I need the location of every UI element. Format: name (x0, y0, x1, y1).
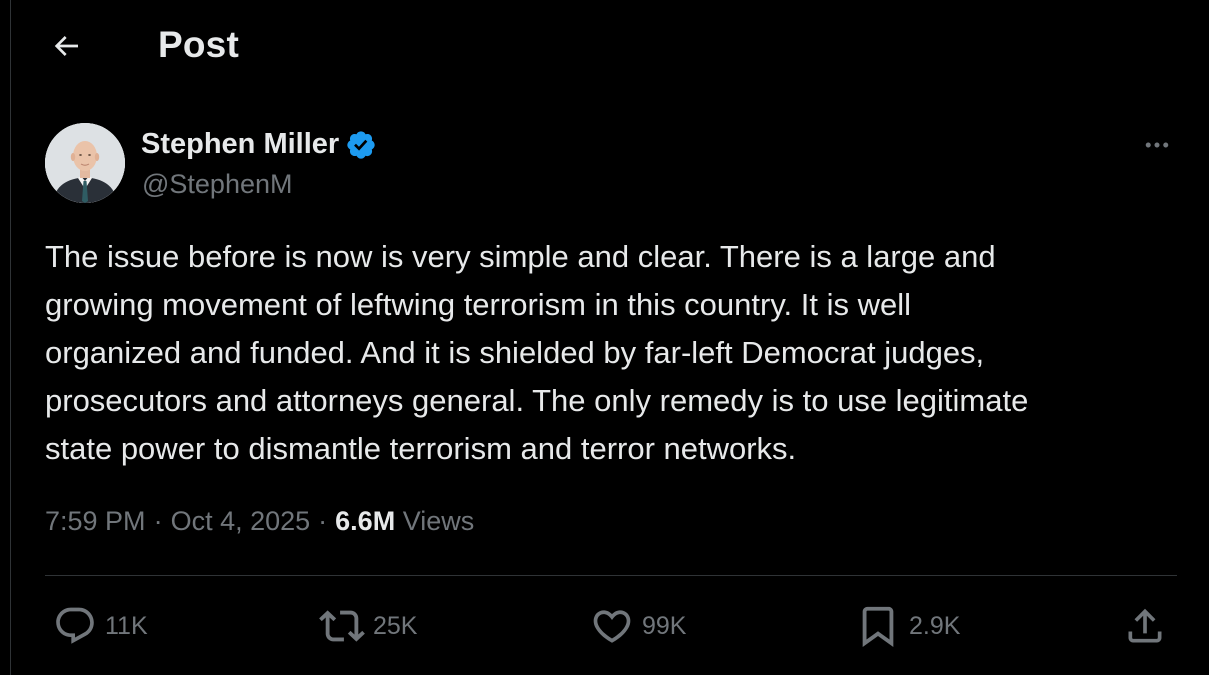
views-label: Views (402, 506, 475, 536)
reply-button[interactable]: 11K (53, 598, 148, 654)
meta-separator: · (153, 506, 163, 536)
avatar[interactable] (45, 123, 125, 203)
share-button[interactable] (1123, 598, 1167, 654)
action-bar: 11K 25K 99K 2.9K (45, 598, 1177, 654)
post-date[interactable]: Oct 4, 2025 (171, 506, 311, 537)
repost-icon (319, 603, 365, 649)
back-arrow-icon (50, 30, 82, 62)
page-title: Post (158, 24, 239, 65)
post-time[interactable]: 7:59 PM (45, 506, 146, 537)
bookmark-count: 2.9K (909, 611, 961, 640)
meta-separator: · (318, 506, 328, 536)
back-button[interactable] (46, 26, 86, 66)
display-name[interactable]: Stephen Miller (141, 128, 339, 161)
more-icon (1142, 130, 1172, 160)
views-count: 6.6M (335, 506, 396, 536)
post-meta: 7:59 PM · Oct 4, 2025 · 6.6M Views (45, 506, 474, 537)
bookmark-icon (855, 603, 901, 649)
like-icon (590, 604, 634, 648)
share-icon (1123, 604, 1167, 648)
reply-icon (53, 604, 97, 648)
bookmark-button[interactable]: 2.9K (855, 598, 960, 654)
display-name-row: Stephen Miller (141, 128, 377, 161)
repost-button[interactable]: 25K (319, 598, 417, 654)
like-count: 99K (642, 611, 687, 640)
verified-badge-icon (345, 129, 377, 161)
frame-border (10, 0, 11, 675)
author-handle[interactable]: @StephenM (142, 169, 293, 200)
like-button[interactable]: 99K (590, 598, 686, 654)
reply-count: 11K (105, 611, 148, 640)
post-text: The issue before is now is very simple a… (45, 239, 1029, 466)
divider (45, 575, 1177, 576)
page-header: Post (0, 0, 1209, 92)
more-options-button[interactable] (1139, 127, 1175, 163)
repost-count: 25K (373, 611, 418, 640)
post-author: Stephen Miller @StephenM (45, 123, 1175, 205)
